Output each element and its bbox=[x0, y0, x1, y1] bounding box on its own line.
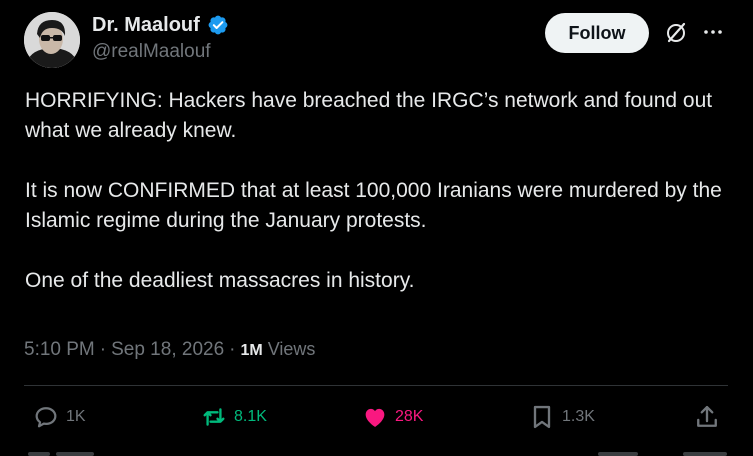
more-dots-icon[interactable] bbox=[702, 26, 724, 38]
share-button[interactable] bbox=[693, 403, 721, 431]
like-count: 28K bbox=[395, 408, 424, 425]
next-row-peek bbox=[56, 452, 94, 456]
reply-icon bbox=[35, 407, 57, 428]
meta-separator: · bbox=[99, 339, 107, 360]
tweet-paragraph: HORRIFYING: Hackers have breached the IR… bbox=[25, 89, 713, 142]
verified-badge-icon[interactable] bbox=[207, 14, 229, 36]
tweet-paragraph: One of the deadliest massacres in histor… bbox=[25, 269, 415, 292]
next-row-peek bbox=[598, 452, 638, 456]
meta-separator: · bbox=[229, 339, 236, 360]
retweet-count: 8.1K bbox=[234, 408, 267, 425]
tweet-meta: 5:10 PM · Sep 18, 2026 · 1M Views bbox=[24, 337, 315, 363]
avatar[interactable] bbox=[24, 12, 80, 68]
retweet-button[interactable]: 8.1K bbox=[200, 403, 267, 431]
next-row-peek bbox=[683, 452, 727, 456]
reply-count: 1K bbox=[66, 408, 86, 425]
bookmark-icon bbox=[533, 405, 551, 429]
bookmark-button[interactable]: 1.3K bbox=[528, 403, 595, 431]
tweet-paragraph: It is now CONFIRMED that at least 100,00… bbox=[25, 179, 722, 232]
grok-icon[interactable] bbox=[664, 21, 688, 45]
follow-button[interactable]: Follow bbox=[545, 13, 649, 53]
views-count: 1M bbox=[240, 342, 263, 359]
display-name[interactable]: Dr. Maalouf bbox=[92, 13, 200, 37]
tweet-time[interactable]: 5:10 PM bbox=[24, 338, 95, 362]
bookmark-count: 1.3K bbox=[562, 408, 595, 425]
share-icon bbox=[697, 405, 717, 427]
tweet-date[interactable]: Sep 18, 2026 bbox=[111, 338, 224, 362]
handle[interactable]: @realMaalouf bbox=[92, 41, 211, 63]
divider bbox=[24, 385, 728, 386]
reply-button[interactable]: 1K bbox=[32, 403, 86, 431]
heart-icon bbox=[365, 408, 385, 427]
author-name-row: Dr. Maalouf bbox=[92, 13, 229, 37]
like-button[interactable]: 28K bbox=[361, 403, 423, 431]
profile-photo-icon bbox=[24, 12, 80, 68]
retweet-icon bbox=[203, 408, 225, 426]
tweet-text: HORRIFYING: Hackers have breached the IR… bbox=[25, 86, 725, 326]
next-row-peek bbox=[28, 452, 50, 456]
views-label: Views bbox=[267, 339, 316, 359]
